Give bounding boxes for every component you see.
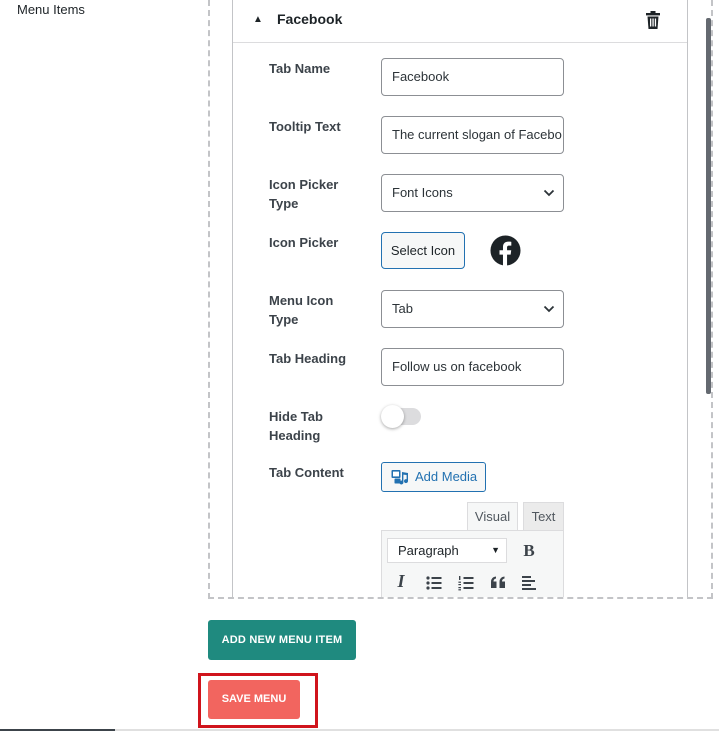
tooltip-text-input[interactable]: The current slogan of Facebo — [381, 116, 564, 154]
align-left-icon[interactable] — [519, 573, 541, 595]
add-media-button[interactable]: Add Media — [381, 462, 486, 492]
tab-heading-input[interactable]: Follow us on facebook — [381, 348, 564, 386]
add-new-menu-item-button[interactable]: ADD NEW MENU ITEM — [208, 620, 356, 660]
dropdown-arrow-icon: ▼ — [491, 545, 500, 555]
icon-picker-label: Icon Picker — [269, 235, 339, 250]
menu-icon-type-select[interactable]: Tab — [381, 290, 564, 328]
menu-icon-type-label: Menu Icon Type — [269, 291, 364, 329]
tab-content-label: Tab Content — [269, 465, 344, 480]
add-media-label: Add Media — [415, 469, 478, 484]
format-select[interactable]: Paragraph ▼ — [387, 538, 507, 563]
select-icon-button[interactable]: Select Icon — [381, 232, 465, 269]
menu-items-label: Menu Items — [17, 2, 85, 17]
chevron-down-icon — [543, 189, 555, 197]
menu-icon-type-label-line2: Type — [269, 312, 299, 327]
menu-item-panel: ▲ Facebook Tab Name Facebook Tooltip Tex… — [232, 0, 688, 597]
trash-icon[interactable] — [645, 11, 661, 29]
hide-tab-heading-label: Hide Tab Heading — [269, 407, 364, 445]
save-menu-button[interactable]: SAVE MENU — [208, 680, 300, 719]
icon-picker-type-value: Font Icons — [392, 185, 453, 200]
format-select-value: Paragraph — [398, 543, 459, 558]
bold-icon[interactable]: B — [518, 541, 540, 563]
toggle-knob — [381, 405, 404, 428]
bullet-list-icon[interactable] — [424, 573, 446, 595]
tab-heading-label: Tab Heading — [269, 351, 347, 366]
tab-text[interactable]: Text — [523, 502, 564, 531]
collapse-caret-icon[interactable]: ▲ — [253, 14, 263, 25]
numbered-list-icon[interactable] — [456, 573, 478, 595]
menu-icon-type-label-line1: Menu Icon — [269, 293, 334, 308]
tab-name-label: Tab Name — [269, 61, 331, 76]
panel-header[interactable]: ▲ Facebook — [233, 0, 687, 43]
chevron-down-icon — [543, 305, 555, 313]
icon-picker-type-select[interactable]: Font Icons — [381, 174, 564, 212]
italic-icon[interactable]: I — [390, 571, 412, 593]
menu-icon-type-value: Tab — [392, 301, 413, 316]
tooltip-text-label: Tooltip Text — [269, 119, 341, 134]
icon-picker-type-label-line2: Type — [269, 196, 299, 211]
scrollbar[interactable] — [706, 18, 711, 394]
blockquote-icon[interactable] — [488, 573, 510, 595]
hide-tab-heading-toggle[interactable] — [381, 405, 421, 428]
hide-tab-heading-label-line2: Heading — [269, 428, 321, 443]
media-icon — [391, 470, 409, 485]
tab-name-input[interactable]: Facebook — [381, 58, 564, 96]
editor-toolbar: Paragraph ▼ B I — [381, 530, 564, 597]
panel-title: Facebook — [277, 11, 343, 27]
icon-picker-type-label: Icon Picker Type — [269, 175, 364, 213]
menu-items-container: ▲ Facebook Tab Name Facebook Tooltip Tex… — [208, 0, 713, 599]
facebook-icon — [490, 235, 521, 266]
hide-tab-heading-label-line1: Hide Tab — [269, 409, 323, 424]
icon-picker-type-label-line1: Icon Picker — [269, 177, 339, 192]
tab-visual[interactable]: Visual — [467, 502, 518, 531]
